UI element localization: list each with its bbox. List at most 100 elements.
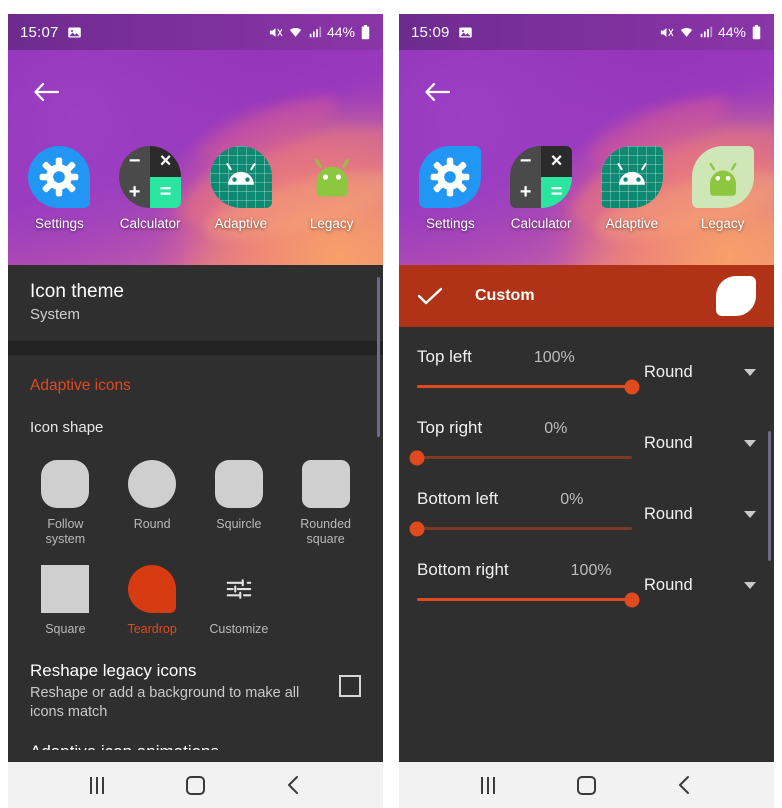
slider-thumb[interactable] [409,450,425,465]
settings-body-right: Top left 100% Round Top right 0% Round B… [399,327,774,762]
reshape-checkbox[interactable] [339,675,361,697]
corner-row-bottom-left: Bottom left 0% Round [399,473,774,544]
slider-header: Bottom left 0% [417,489,632,509]
reshape-title: Reshape legacy icons [30,661,197,680]
app-icon-settings[interactable]: Settings [19,146,99,231]
app-icon-settings[interactable]: Settings [410,146,490,231]
app-icon-legacy[interactable]: Legacy [683,146,763,231]
slider-thumb[interactable] [624,379,640,394]
chevron-down-icon [744,511,756,518]
app-icon-calculator[interactable]: − × + = Calculator [501,146,581,231]
scrollbar-right[interactable] [768,431,771,561]
corner-percent: 0% [544,420,568,437]
app-icon-label: Adaptive [605,216,659,231]
corner-slider[interactable] [409,450,632,465]
app-icon-label: Legacy [309,216,354,231]
corner-row-top-right: Top right 0% Round [399,402,774,473]
slider-fill [417,598,632,601]
corner-mode-label: Round [644,576,693,594]
shape-option-squircle[interactable]: Squircle [196,452,283,553]
navigation-bar-left [8,762,383,808]
calc-key-minus: − [510,146,542,177]
shape-swatch-rounded-square [301,460,350,508]
shape-label: Rounded square [300,517,351,546]
home-button[interactable] [562,769,610,801]
back-icon [679,776,690,794]
slider-column: Bottom left 0% [409,489,632,536]
app-icon-adaptive[interactable]: Adaptive [592,146,672,231]
shape-label: Squircle [216,517,262,531]
corner-mode-dropdown[interactable]: Round [644,434,756,453]
shape-option-square[interactable]: Square [22,557,109,643]
corner-slider-list: Top left 100% Round Top right 0% Round B… [399,327,774,615]
shape-label: Teardrop [127,622,177,636]
mute-icon [268,25,283,40]
battery-percent: 44% [717,24,746,40]
back-button[interactable] [661,769,709,801]
settings-gear-icon [28,146,91,208]
corner-slider[interactable] [417,592,640,607]
battery-icon [751,24,762,40]
corner-name: Bottom right [417,560,509,579]
calc-key-equals: = [541,177,573,208]
app-icon-label: Settings [34,216,84,231]
corner-mode-dropdown[interactable]: Round [644,363,756,382]
shape-swatch-round [128,460,177,508]
slider-thumb[interactable] [409,521,425,536]
image-icon [67,25,82,40]
status-bar-left-group: 15:07 [20,24,82,41]
recents-button[interactable] [464,769,512,801]
app-icon-calculator[interactable]: − × + = Calculator [110,146,190,231]
corner-mode-dropdown[interactable]: Round [644,505,756,524]
scrollbar-left[interactable] [377,277,380,437]
phone-screen-left: 15:07 44% Settings − × + = Calculator Ad… [8,14,383,808]
legacy-android-icon [691,146,754,208]
corner-percent: 100% [533,349,575,366]
calc-key-equals: = [150,177,182,208]
recents-button[interactable] [73,769,121,801]
corner-name: Top right [417,418,483,437]
app-icon-label: Legacy [700,216,745,231]
app-icon-legacy[interactable]: Legacy [292,146,372,231]
back-button[interactable] [270,769,318,801]
corner-mode-dropdown[interactable]: Round [644,576,756,595]
calculator-icon: − × + = [510,146,573,208]
calc-key-multiply: × [541,146,573,177]
reshape-legacy-icons-row[interactable]: Reshape legacy icons Reshape or add a ba… [8,643,383,728]
check-icon [417,286,461,306]
reshape-subtitle: Reshape or add a background to make all … [30,685,300,720]
calculator-icon: − × + = [119,146,182,208]
corner-slider[interactable] [409,521,632,536]
status-bar-right: 15:09 44% [399,14,774,50]
home-button[interactable] [171,769,219,801]
calc-key-multiply: × [150,146,182,177]
shape-option-rounded-square[interactable]: Rounded square [282,452,369,553]
shape-option-follow-system[interactable]: Follow system [22,452,109,553]
calc-key-minus: − [119,146,151,177]
shape-option-teardrop[interactable]: Teardrop [109,557,196,643]
slider-thumb[interactable] [624,592,640,607]
status-bar-right-group: 44% [268,24,371,40]
app-icon-adaptive[interactable]: Adaptive [201,146,281,231]
section-divider [8,341,383,355]
recents-icon [90,776,105,794]
corner-mode-label: Round [644,363,693,381]
adaptive-android-icon [600,146,663,208]
icon-shape-label: Icon shape [30,419,104,436]
home-icon [576,775,596,795]
back-arrow-button[interactable] [417,72,457,112]
slider-fill [417,385,632,388]
custom-shape-header[interactable]: Custom [399,265,774,327]
back-arrow-icon [34,82,59,102]
shape-option-round[interactable]: Round [109,452,196,553]
corner-name: Top left [417,347,472,366]
corner-slider[interactable] [417,379,640,394]
back-arrow-button[interactable] [26,72,66,112]
status-bar-left: 15:07 44% [8,14,383,50]
corner-row-top-left: Top left 100% Round [399,331,774,402]
shape-option-customize[interactable]: Customize [196,557,283,643]
phone-screen-right: 15:09 44% Settings − × + = Calculator Ad… [399,14,774,808]
icon-theme-title: Icon theme [30,281,124,302]
adaptive-icon-animations-row[interactable]: Adaptive icon animations [8,728,383,750]
icon-theme-row[interactable]: Icon theme System [8,265,383,341]
